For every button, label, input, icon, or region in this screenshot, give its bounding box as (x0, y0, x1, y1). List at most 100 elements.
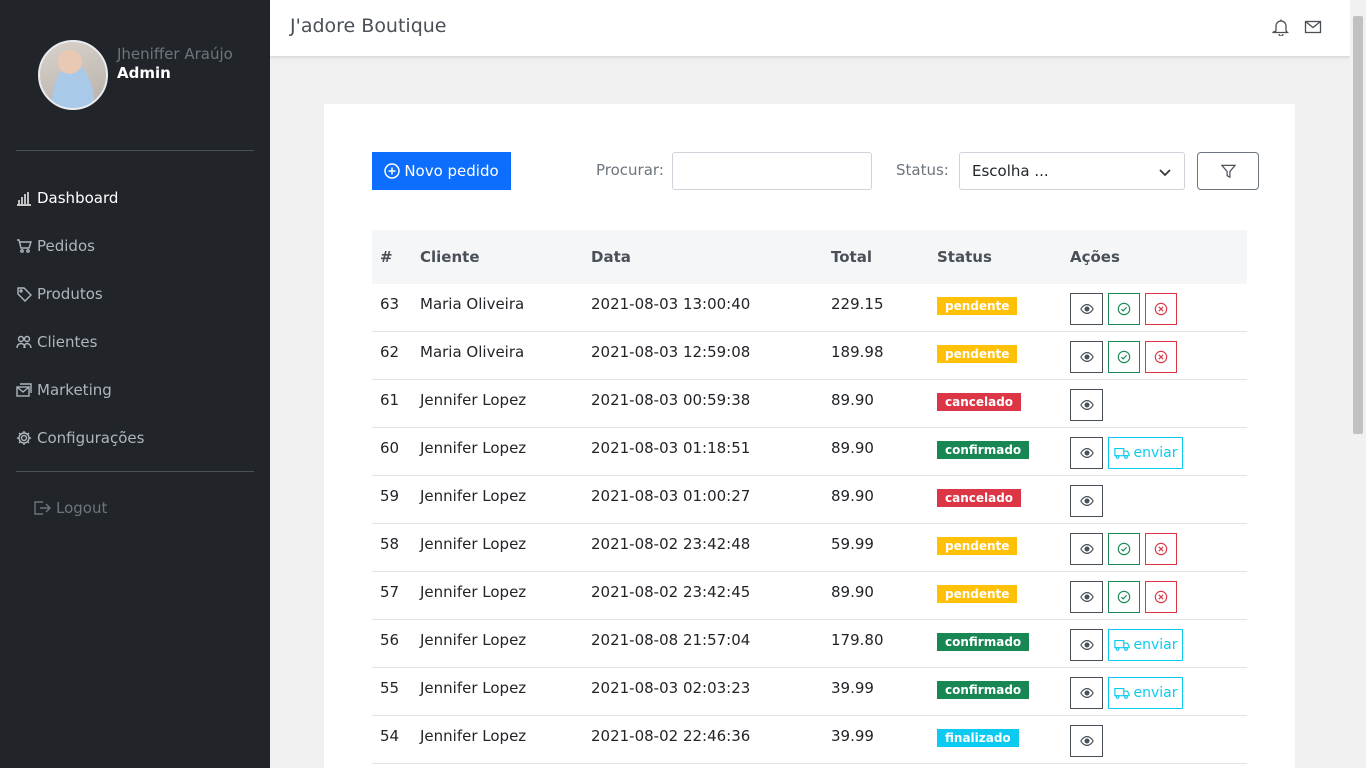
check-circle-icon (1117, 350, 1131, 364)
new-order-button[interactable]: Novo pedido (372, 152, 511, 190)
row-actions (1070, 284, 1247, 325)
order-total: 179.80 (831, 631, 884, 649)
confirm-order-button[interactable] (1108, 293, 1140, 325)
order-date: 2021-08-03 00:59:38 (591, 391, 751, 409)
view-order-button[interactable] (1070, 437, 1103, 469)
order-client: Maria Oliveira (420, 295, 525, 313)
x-circle-icon (1154, 350, 1168, 364)
row-actions (1070, 380, 1247, 421)
table-row: 57 Jennifer Lopez 2021-08-02 23:42:45 89.90… (372, 572, 1247, 620)
view-order-button[interactable] (1070, 725, 1103, 757)
order-id: 61 (380, 391, 400, 409)
view-order-button[interactable] (1070, 485, 1103, 517)
sidebar-item-marketing[interactable]: Marketing (16, 366, 144, 414)
order-id: 59 (380, 487, 400, 505)
sidebar-item-configuracoes[interactable]: Configurações (16, 414, 144, 462)
table-header: # Cliente Data Total Status Ações (372, 230, 1247, 284)
eye-icon (1079, 352, 1094, 362)
sidebar-item-dashboard[interactable]: Dashboard (16, 174, 144, 222)
view-order-button[interactable] (1070, 581, 1103, 613)
view-order-button[interactable] (1070, 389, 1103, 421)
cancel-order-button[interactable] (1145, 533, 1177, 565)
search-label: Procurar: (596, 161, 664, 179)
status-select[interactable]: Escolha ... (959, 152, 1185, 190)
confirm-order-button[interactable] (1108, 581, 1140, 613)
eye-icon (1079, 496, 1094, 506)
status-label: Status: (896, 161, 949, 179)
page-scrollbar[interactable] (1350, 0, 1366, 768)
user-profile: Jheniffer Araújo Admin (38, 40, 233, 110)
view-order-button[interactable] (1070, 629, 1103, 661)
order-id: 63 (380, 295, 400, 313)
plus-circle-icon (384, 163, 401, 179)
eye-icon (1079, 400, 1094, 410)
sidebar-item-produtos[interactable]: Produtos (16, 270, 144, 318)
row-actions: enviar (1070, 428, 1247, 469)
order-client: Jennifer Lopez (420, 583, 527, 601)
header-total[interactable]: Total (831, 248, 937, 266)
header-status[interactable]: Status (937, 248, 1070, 266)
row-actions (1070, 476, 1247, 517)
order-date: 2021-08-03 12:59:08 (591, 343, 751, 361)
confirm-order-button[interactable] (1108, 341, 1140, 373)
profile-name: Jheniffer Araújo (117, 45, 233, 63)
table-row: 55 Jennifer Lopez 2021-08-03 02:03:23 39.99… (372, 668, 1247, 716)
cancel-order-button[interactable] (1145, 341, 1177, 373)
cancel-order-button[interactable] (1145, 581, 1177, 613)
send-order-button[interactable]: enviar (1108, 437, 1183, 469)
avatar[interactable] (38, 40, 108, 110)
truck-icon (1113, 447, 1130, 459)
order-client: Jennifer Lopez (420, 439, 527, 457)
sidebar-menu: Dashboard Pedidos Produtos Clientes Mark… (16, 174, 144, 462)
status-badge: confirmado (937, 633, 1030, 651)
confirm-order-button[interactable] (1108, 533, 1140, 565)
order-total: 39.99 (831, 727, 874, 745)
logout-button[interactable]: Logout (32, 498, 107, 518)
status-badge: pendente (937, 537, 1018, 555)
bar-chart-icon (17, 192, 31, 206)
x-circle-icon (1154, 302, 1168, 316)
order-id: 56 (380, 631, 400, 649)
orders-card: Novo pedido Procurar: Status: Escolha ..… (324, 104, 1295, 768)
table-row: 61 Jennifer Lopez 2021-08-03 00:59:38 89.90… (372, 380, 1247, 428)
envelope-icon[interactable] (1304, 18, 1322, 36)
eye-icon (1079, 640, 1094, 650)
status-badge: cancelado (937, 489, 1022, 507)
check-circle-icon (1117, 542, 1131, 556)
gear-icon (17, 431, 31, 445)
view-order-button[interactable] (1070, 341, 1103, 373)
order-total: 59.99 (831, 535, 874, 553)
eye-icon (1079, 592, 1094, 602)
app-title: J'adore Boutique (290, 15, 447, 37)
send-order-button[interactable]: enviar (1108, 677, 1183, 709)
filter-button[interactable] (1197, 152, 1259, 190)
sidebar-item-label: Pedidos (37, 237, 95, 255)
table-body: 63 Maria Oliveira 2021-08-03 13:00:40 229.1… (372, 284, 1247, 764)
row-actions: enviar (1070, 668, 1247, 709)
eye-icon (1079, 544, 1094, 554)
send-order-button[interactable]: enviar (1108, 629, 1183, 661)
row-actions: enviar (1070, 620, 1247, 661)
sidebar-item-pedidos[interactable]: Pedidos (16, 222, 144, 270)
scrollbar-thumb[interactable] (1353, 16, 1363, 434)
sidebar-item-clientes[interactable]: Clientes (16, 318, 144, 366)
mail-stack-icon (16, 383, 32, 397)
truck-icon (1113, 639, 1130, 651)
header-data[interactable]: Data (591, 248, 831, 266)
view-order-button[interactable] (1070, 533, 1103, 565)
order-id: 60 (380, 439, 400, 457)
sidebar-item-label: Produtos (37, 285, 103, 303)
view-order-button[interactable] (1070, 293, 1103, 325)
orders-table: # Cliente Data Total Status Ações 63 Mari… (372, 230, 1247, 764)
cancel-order-button[interactable] (1145, 293, 1177, 325)
truck-icon (1113, 687, 1130, 699)
eye-icon (1079, 448, 1094, 458)
bell-icon[interactable] (1272, 18, 1290, 36)
sidebar-divider (16, 150, 254, 151)
view-order-button[interactable] (1070, 677, 1103, 709)
cart-icon (17, 239, 32, 253)
order-client: Jennifer Lopez (420, 487, 527, 505)
search-input[interactable] (672, 152, 872, 190)
header-cliente[interactable]: Cliente (420, 248, 591, 266)
table-row: 63 Maria Oliveira 2021-08-03 13:00:40 229.1… (372, 284, 1247, 332)
